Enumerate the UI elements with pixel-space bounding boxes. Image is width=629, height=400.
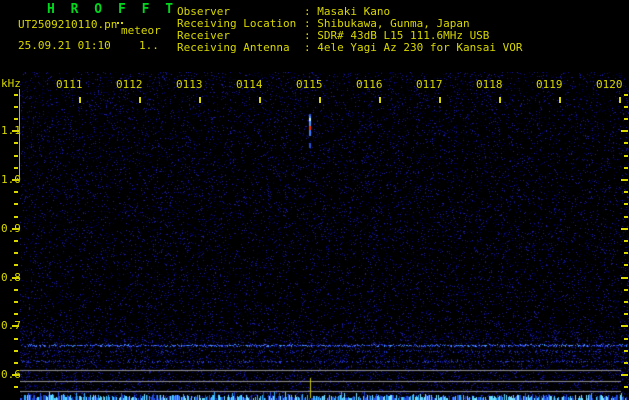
freq-tick-minor-right (624, 264, 628, 267)
freq-tick-minor-left (14, 386, 18, 389)
time-label: 0119 (536, 78, 563, 91)
freq-label: 1.1 (1, 124, 21, 138)
app-title: H R O F F T (47, 2, 178, 17)
time-tick (199, 97, 201, 103)
freq-tick-minor-left (14, 362, 18, 364)
freq-tick-minor-left (14, 288, 18, 291)
freq-tick-minor-right (624, 337, 628, 340)
freq-tick-minor-right (624, 252, 628, 255)
time-tick (619, 97, 621, 103)
time-label: 0115 (296, 78, 323, 91)
time-label: 0117 (416, 78, 443, 91)
freq-label: 1.0 (1, 173, 21, 186)
freq-tick-minor-left (14, 240, 18, 242)
freq-tick-minor-right (624, 154, 628, 157)
time-label: 0111 (56, 78, 83, 91)
freq-tick-minor-right (624, 313, 628, 316)
time-tick (499, 97, 501, 103)
time-tick (439, 97, 441, 103)
freq-tick-major-right (621, 179, 628, 181)
freq-tick-minor-right (624, 105, 628, 108)
freq-tick-minor-right (624, 93, 628, 96)
freq-tick-minor-left (14, 118, 18, 120)
freq-tick-minor-right (624, 386, 628, 389)
freq-tick-major-right (621, 227, 628, 230)
spectrogram-canvas (20, 72, 629, 400)
time-tick (259, 97, 261, 103)
freq-label: 0.7 (1, 319, 21, 333)
field-label-receiving-antenna: Receiving Antenna (177, 41, 290, 54)
freq-tick-minor-right (624, 240, 628, 242)
time-label: 0114 (236, 78, 263, 91)
freq-label: 0.9 (1, 221, 21, 235)
freq-tick-minor-left (14, 313, 18, 316)
freq-tick-minor-right (624, 288, 628, 291)
freq-tick-minor-right (624, 301, 628, 303)
hrofft-screen: H R O F F T UT2509210110.pn meteor 25.09… (0, 0, 629, 400)
freq-tick-major-right (621, 276, 628, 279)
freq-tick-minor-left (14, 215, 18, 218)
freq-tick-minor-left (14, 301, 18, 303)
freq-tick-minor-right (624, 166, 628, 169)
freq-axis-line (19, 89, 20, 181)
text-overlap-artifact (117, 22, 119, 24)
time-label: 0118 (476, 78, 503, 91)
freq-label: 0.8 (1, 270, 21, 284)
freq-tick-major-right (621, 325, 628, 328)
freq-label: 0.6 (1, 368, 21, 382)
time-label: 0120 (596, 78, 623, 91)
freq-tick-minor-left (14, 264, 18, 267)
time-label: 0112 (116, 78, 143, 91)
observation-comment: meteor (121, 24, 161, 37)
time-tick (79, 97, 81, 103)
freq-tick-minor-left (14, 142, 18, 145)
freq-tick-minor-left (14, 191, 18, 194)
freq-tick-major-right (621, 374, 628, 377)
freq-tick-minor-left (14, 154, 18, 157)
output-filename: UT2509210110.pn (18, 18, 118, 31)
observation-datetime: 25.09.21 01:10 (18, 39, 111, 52)
freq-tick-minor-left (14, 93, 18, 96)
freq-tick-minor-right (624, 362, 628, 364)
freq-tick-minor-right (624, 215, 628, 218)
time-tick (139, 97, 141, 103)
freq-tick-minor-left (14, 252, 18, 255)
freq-tick-minor-left (14, 203, 18, 206)
time-note: 1.. (139, 39, 159, 52)
time-label: 0113 (176, 78, 203, 91)
freq-tick-minor-right (624, 203, 628, 206)
time-label: 0116 (356, 78, 383, 91)
freq-tick-minor-right (624, 191, 628, 194)
time-tick (379, 97, 381, 103)
freq-tick-minor-left (14, 105, 18, 108)
time-tick (559, 97, 561, 103)
freq-tick-minor-right (624, 118, 628, 120)
freq-tick-minor-right (624, 142, 628, 145)
freq-unit-label: kHz (1, 77, 21, 90)
time-tick (319, 97, 321, 103)
freq-tick-minor-left (14, 166, 18, 169)
freq-tick-major-right (621, 130, 628, 133)
field-value-receiving-antenna: : 4ele Yagi Az 230 for Kansai VOR (304, 41, 523, 54)
freq-tick-minor-right (624, 349, 628, 352)
freq-tick-minor-left (14, 349, 18, 352)
freq-tick-minor-left (14, 337, 18, 340)
